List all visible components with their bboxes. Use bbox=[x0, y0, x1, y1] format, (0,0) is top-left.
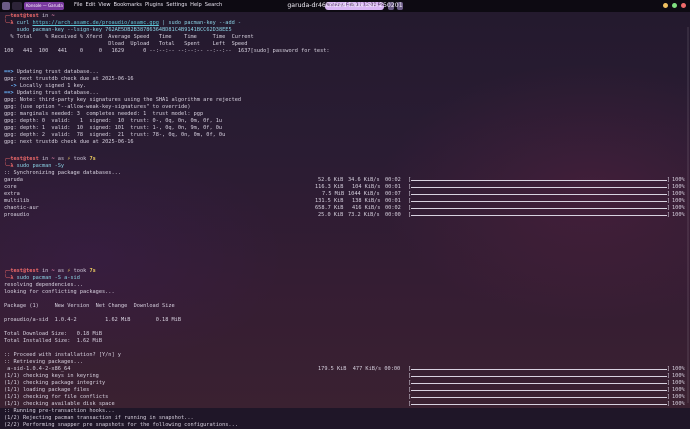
output-line: ==> Updating trust database... bbox=[4, 69, 99, 75]
output-line: looking for conflicting packages... bbox=[4, 289, 115, 295]
window-controls bbox=[663, 3, 686, 8]
minimize-icon[interactable] bbox=[663, 3, 668, 8]
output-line: ==> Updating trust database... bbox=[4, 90, 99, 96]
output-line: gpg: depth: 2 valid: 78 signed: 21 trust… bbox=[4, 132, 226, 138]
output-line: % Total % Received % Xferd Average Speed… bbox=[10, 34, 254, 40]
output-line: (2/2) Performing snapper pre snapshots f… bbox=[4, 422, 238, 428]
command-line: sudo pacman-key --lsign-key 762AE5DB2B38… bbox=[16, 27, 232, 33]
output-line: (1/2) Rejecting pacman transaction if ru… bbox=[4, 415, 194, 421]
progress-bar: [] bbox=[408, 184, 670, 190]
scrollbar[interactable] bbox=[687, 27, 689, 403]
command-line: ╰─λ sudo pacman -S a-sid bbox=[4, 275, 80, 281]
prompt-line: ╭─test@test in ~ as ⚡ took 7s bbox=[4, 156, 96, 162]
progress-bar: [] bbox=[408, 366, 670, 372]
progress-bar: [] bbox=[408, 380, 670, 386]
output-line: :: Retrieving packages... bbox=[4, 359, 84, 365]
output-line: -> Locally signed 1 key. bbox=[4, 83, 87, 89]
progress-bar: [] bbox=[408, 177, 670, 183]
command-line: ╰─λ sudo pacman -Sy bbox=[4, 163, 65, 169]
output-line: resolving dependencies... bbox=[4, 282, 84, 288]
close-icon[interactable] bbox=[681, 3, 686, 8]
progress-bar: [] bbox=[408, 191, 670, 197]
table-row: proaudio/a-sid 1.0.4-2 1.62 MiB 0.18 MiB bbox=[4, 317, 182, 323]
progress-bar: [] bbox=[408, 198, 670, 204]
output-line: gpg: depth: 1 valid: 10 signed: 101 trus… bbox=[4, 125, 223, 131]
output-line: :: Running pre-transaction hooks... bbox=[4, 408, 115, 414]
command-line: ╰─λ curl https://arch.asamc.de/proaudio/… bbox=[4, 20, 242, 26]
output-line: Total Download Size: 0.18 MiB bbox=[4, 331, 102, 337]
table-header: Package (1) New Version Net Change Downl… bbox=[4, 303, 175, 309]
output-line: :: Synchronizing package databases... bbox=[4, 170, 121, 176]
maximize-icon[interactable] bbox=[672, 3, 677, 8]
output-line: gpg: next trustdb check due at 2025-06-1… bbox=[4, 139, 134, 145]
progress-bar: [] bbox=[408, 373, 670, 379]
window-title: garuda-dr460nized-linux-zen-250201 bbox=[287, 2, 403, 9]
progress-bar: [] bbox=[408, 387, 670, 393]
output-line: gpg: (use option "--allow-weak-key-signa… bbox=[4, 104, 191, 110]
output-line: 100 441 100 441 0 0 1629 0 --:--:-- --:-… bbox=[4, 48, 330, 54]
top-panel: Konsole — Garuda File Edit View Bookmark… bbox=[0, 0, 690, 12]
output-line: gpg: marginals needed: 3 completes neede… bbox=[4, 111, 204, 117]
progress-bar: [] bbox=[408, 212, 670, 218]
output-line: :: Proceed with installation? [Y/n] y bbox=[4, 352, 121, 358]
output-line: gpg: Note: third-party key signatures us… bbox=[4, 97, 242, 103]
progress-bar: [] bbox=[408, 394, 670, 400]
prompt-line: ╭─test@test in ~ as ⚡ took 7s bbox=[4, 268, 96, 274]
output-line: gpg: next trustdb check due at 2025-06-1… bbox=[4, 76, 134, 82]
output-line: Dload Upload Total Spent Left Speed bbox=[4, 41, 248, 47]
progress-bar: [] bbox=[408, 205, 670, 211]
terminal-view[interactable]: ╭─test@test in ~ ╰─λ curl https://arch.a… bbox=[0, 12, 690, 428]
output-line: Total Installed Size: 1.62 MiB bbox=[4, 338, 102, 344]
prompt-line: ╭─test@test in ~ bbox=[4, 13, 55, 19]
output-line: gpg: depth: 0 valid: 1 signed: 10 trust:… bbox=[4, 118, 223, 124]
progress-bar: [] bbox=[408, 401, 670, 407]
